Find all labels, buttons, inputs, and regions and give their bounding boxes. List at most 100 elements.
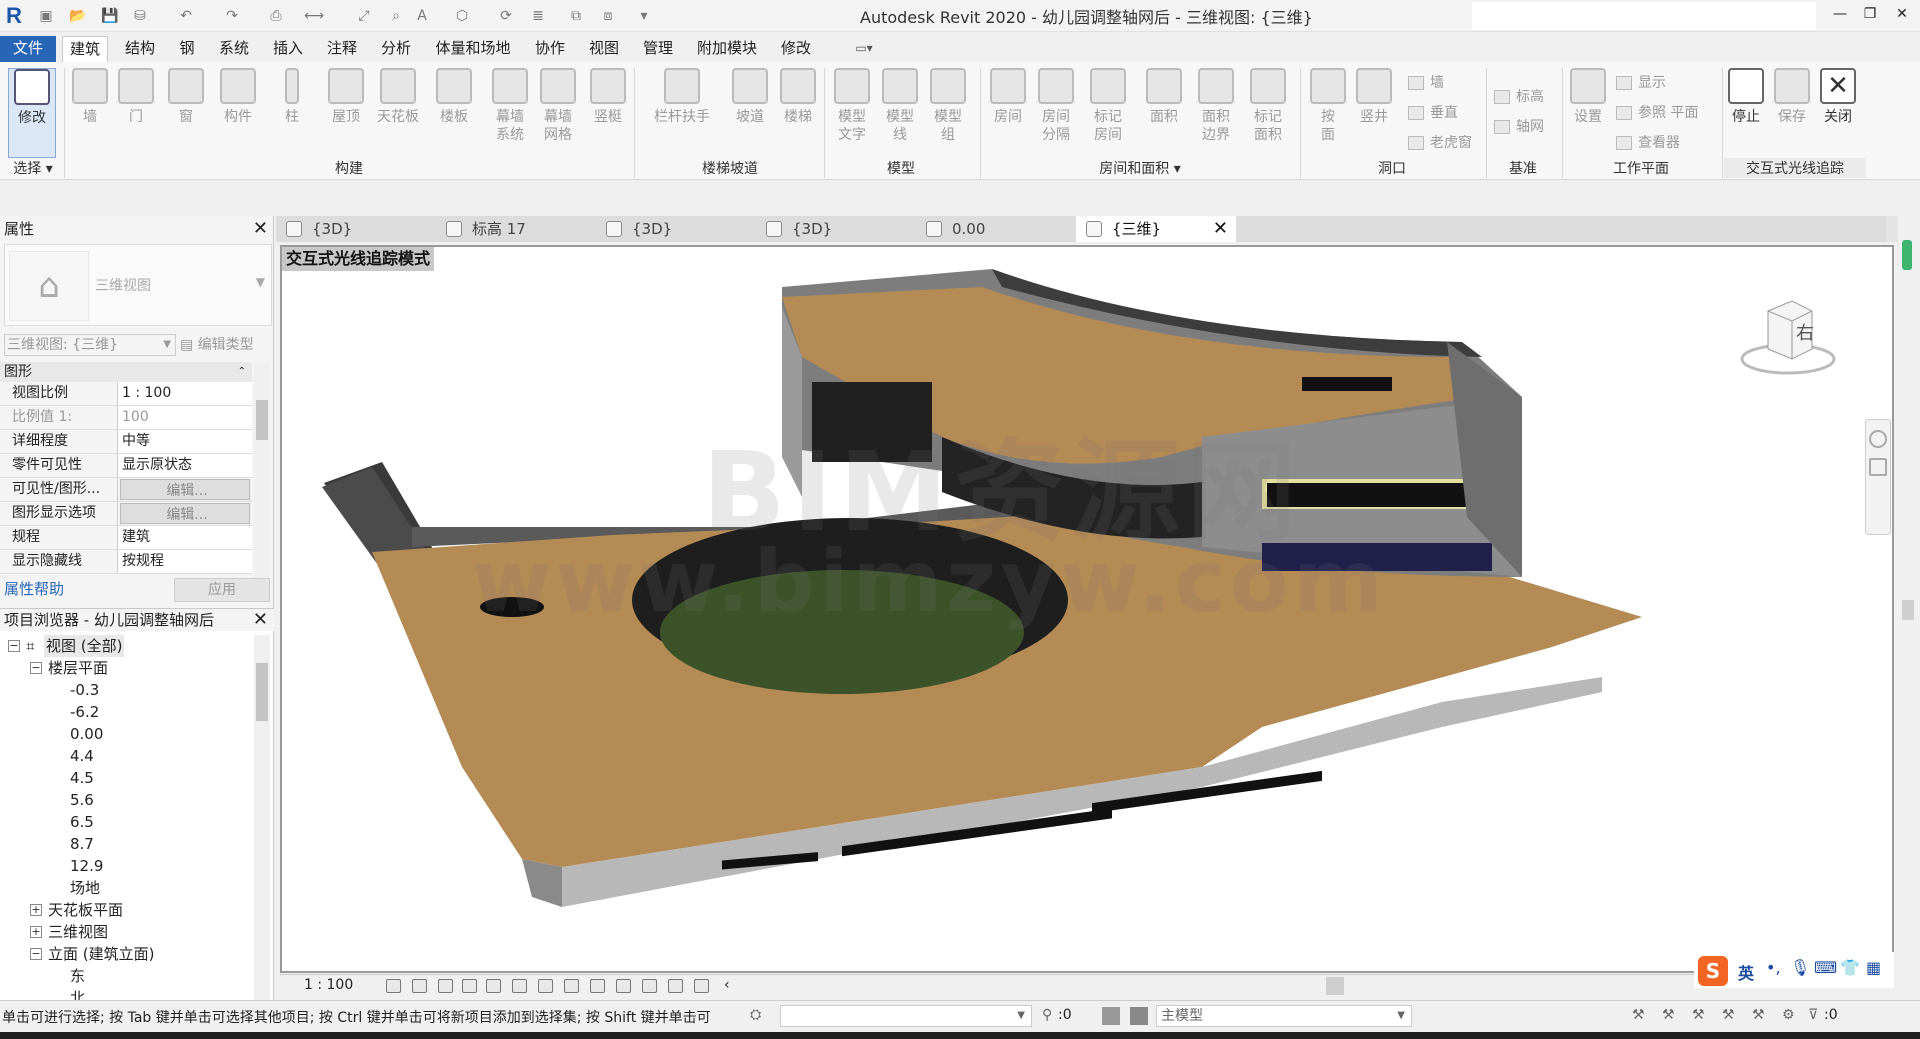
roof-button[interactable]: 屋顶 (322, 68, 370, 126)
visual-style-icon[interactable] (412, 979, 427, 993)
browser-tree-item[interactable]: 4.4 (0, 745, 254, 767)
view-tab-active[interactable]: {三维} ✕ (1076, 216, 1236, 242)
restore-button[interactable]: ❐ (1856, 6, 1884, 26)
select-by-face-icon[interactable]: ⚒ (1722, 1007, 1735, 1023)
view-tab[interactable]: {3D} (276, 216, 436, 242)
view-tab[interactable]: 0.00 (916, 216, 1076, 242)
view-tab[interactable]: 标高 17 (436, 216, 596, 242)
scroll-thumb[interactable] (256, 663, 268, 721)
unlocked-3d-icon[interactable] (564, 979, 579, 993)
analytical-model-icon[interactable] (668, 979, 683, 993)
show-workplane-button[interactable]: 显示 (1616, 72, 1666, 92)
collapse-icon[interactable]: − (30, 662, 42, 674)
stop-raytrace-button[interactable]: 停止 (1722, 68, 1770, 126)
render-icon[interactable] (486, 979, 501, 993)
vg-edit-button[interactable]: 编辑... (120, 479, 250, 500)
railing-button[interactable]: 栏杆扶手 (652, 68, 712, 126)
model-group-button[interactable]: 模型 组 (924, 68, 972, 144)
view-tab[interactable]: {3D} (756, 216, 916, 242)
browser-tree-item[interactable]: 0.00 (0, 723, 254, 745)
editable-only-icon[interactable]: ⚲ (1042, 1007, 1052, 1023)
browser-tree-item[interactable]: − 楼层平面 (0, 657, 254, 679)
browser-tree-item[interactable]: 5.6 (0, 789, 254, 811)
vertical-opening-button[interactable]: 垂直 (1408, 102, 1458, 122)
tab-steel[interactable]: 钢 (170, 36, 204, 62)
browser-tree-item[interactable]: 场地 (0, 877, 254, 899)
switch-windows-icon[interactable]: ⧈ (598, 6, 618, 26)
viewcube[interactable]: 右 (1738, 297, 1838, 387)
crop-view-icon[interactable] (512, 979, 527, 993)
filter-icon[interactable]: ⊽ (1808, 1007, 1818, 1023)
tab-view[interactable]: 视图 (582, 36, 626, 62)
shaft-button[interactable]: 竖井 (1350, 68, 1398, 126)
close-tab-icon[interactable]: ✕ (1213, 216, 1228, 242)
tab-collaborate[interactable]: 协作 (528, 36, 572, 62)
tab-modify[interactable]: 修改 (774, 36, 818, 62)
ref-plane-button[interactable]: 参照 平面 (1616, 102, 1698, 122)
collapse-arrow-icon[interactable]: ‹ (724, 977, 730, 993)
collapse-icon[interactable]: − (30, 948, 42, 960)
browser-tree-item[interactable]: + 三维视图 (0, 921, 254, 943)
area-button[interactable]: 面积 (1140, 68, 1188, 126)
keyboard-icon[interactable]: ⌨ (1814, 958, 1837, 977)
parts-visibility-value[interactable]: 显示原状态 (118, 454, 252, 477)
browser-tree-item[interactable]: + 天花板平面 (0, 899, 254, 921)
room-separator-button[interactable]: 房间 分隔 (1032, 68, 1080, 144)
save-raytrace-button[interactable]: 保存 (1768, 68, 1816, 126)
tab-analyze[interactable]: 分析 (374, 36, 418, 62)
browser-scrollbar[interactable] (254, 635, 270, 1001)
worksets-icon[interactable]: ⛭ (750, 1007, 761, 1023)
active-design-option-icon[interactable] (1130, 1007, 1148, 1025)
tab-annotate[interactable]: 注释 (320, 36, 364, 62)
browser-tree-item[interactable]: -0.3 (0, 679, 254, 701)
properties-scrollbar[interactable] (254, 362, 270, 586)
customize-qat-icon[interactable]: ▾ (634, 6, 654, 26)
close-raytrace-button[interactable]: ✕ 关闭 (1814, 68, 1862, 126)
background-process-icon[interactable]: ⚙ (1782, 1007, 1795, 1023)
toolbox-icon[interactable]: ▦ (1866, 958, 1881, 977)
detail-level-value[interactable]: 中等 (118, 430, 252, 453)
scroll-thumb[interactable] (1902, 600, 1914, 620)
minimize-button[interactable]: — (1826, 6, 1854, 26)
edit-type-button[interactable]: ▤ 编辑类型 (180, 334, 254, 356)
viewcube-face-label[interactable]: 右 (1796, 319, 1814, 345)
temp-hide-icon[interactable] (590, 979, 605, 993)
stair-button[interactable]: 楼梯 (774, 68, 822, 126)
graphic-display-edit-button[interactable]: 编辑... (120, 503, 250, 524)
set-workplane-button[interactable]: 设置 (1564, 68, 1612, 126)
door-button[interactable]: 门 (112, 68, 160, 126)
tag-room-button[interactable]: 标记 房间 (1084, 68, 1132, 144)
dormer-button[interactable]: 老虎窗 (1408, 132, 1472, 152)
view-tab[interactable]: {3D} (596, 216, 756, 242)
browser-tree-item[interactable]: − 立面 (建筑立面) (0, 943, 254, 965)
curtain-grid-button[interactable]: 幕墙 网格 (534, 68, 582, 144)
revit-logo[interactable]: R (6, 4, 28, 28)
tab-structure[interactable]: 结构 (118, 36, 162, 62)
browser-tree-item[interactable]: − 视图 (全部) ⌗ (0, 635, 254, 657)
view-scale-value[interactable]: 1 : 100 (118, 382, 252, 405)
zoom-icon[interactable] (1869, 458, 1887, 476)
thin-lines-icon[interactable]: ≣ (528, 6, 548, 26)
tag-area-button[interactable]: 标记 面积 (1244, 68, 1292, 144)
component-button[interactable]: 构件 (214, 68, 262, 126)
sync-icon[interactable]: ⛁ (130, 6, 150, 26)
print-icon[interactable]: ⎙ (266, 6, 286, 26)
sogou-logo-icon[interactable]: S (1698, 956, 1728, 986)
close-window-button[interactable]: ✕ (1888, 6, 1916, 26)
sun-path-icon[interactable] (438, 979, 453, 993)
measure-icon[interactable]: ⟷ (304, 6, 324, 26)
tab-manage[interactable]: 管理 (636, 36, 680, 62)
home-icon[interactable]: ▣ (36, 6, 56, 26)
model-text-button[interactable]: 模型 文字 (828, 68, 876, 144)
by-face-button[interactable]: 按 面 (1304, 68, 1352, 144)
close-hidden-icon[interactable]: ⧉ (566, 6, 586, 26)
horizontal-scroll-thumb[interactable] (1326, 977, 1344, 995)
tag-icon[interactable]: ⌕ (386, 6, 406, 26)
graphics-group-header[interactable]: 图形 ⌃ (0, 362, 252, 382)
level-button[interactable]: 标高 (1494, 86, 1544, 106)
reveal-hidden-icon[interactable] (616, 979, 631, 993)
design-options-icon[interactable] (1102, 1007, 1120, 1025)
browser-tree-item[interactable]: 8.7 (0, 833, 254, 855)
browser-tree-item[interactable]: 12.9 (0, 855, 254, 877)
drag-elements-icon[interactable]: ⚒ (1752, 1007, 1765, 1023)
